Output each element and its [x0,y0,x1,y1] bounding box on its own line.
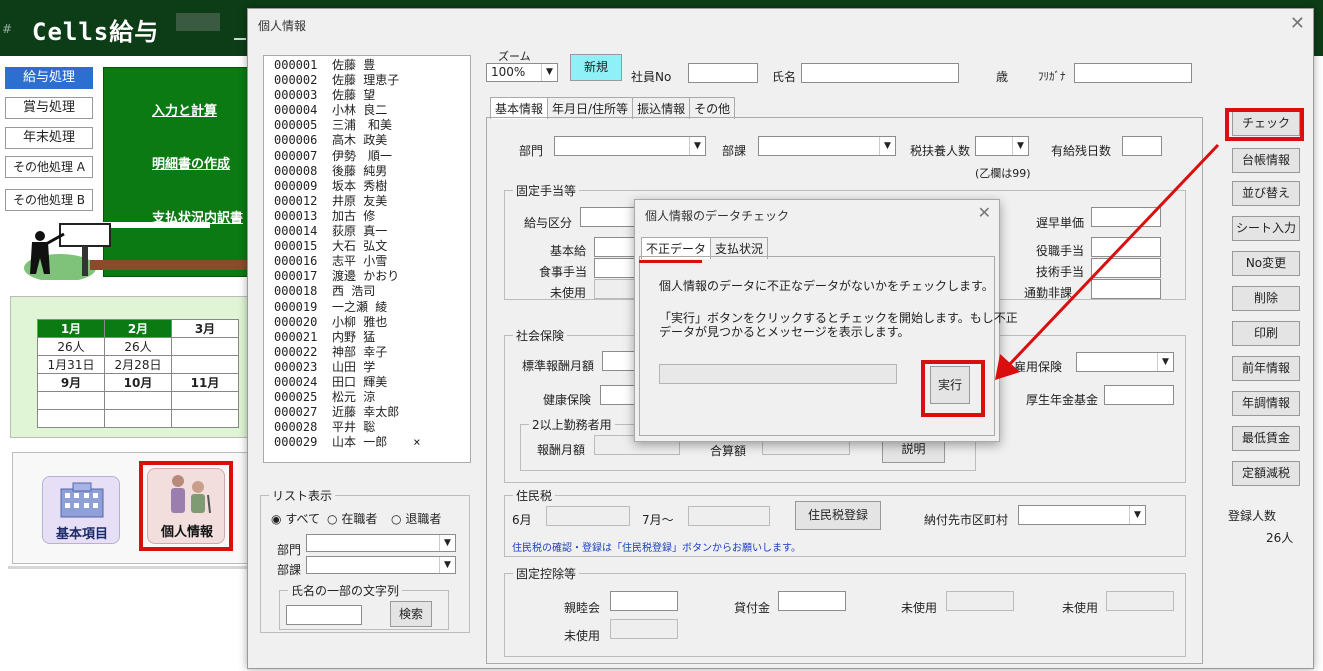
red-arrow-icon [995,143,1220,380]
